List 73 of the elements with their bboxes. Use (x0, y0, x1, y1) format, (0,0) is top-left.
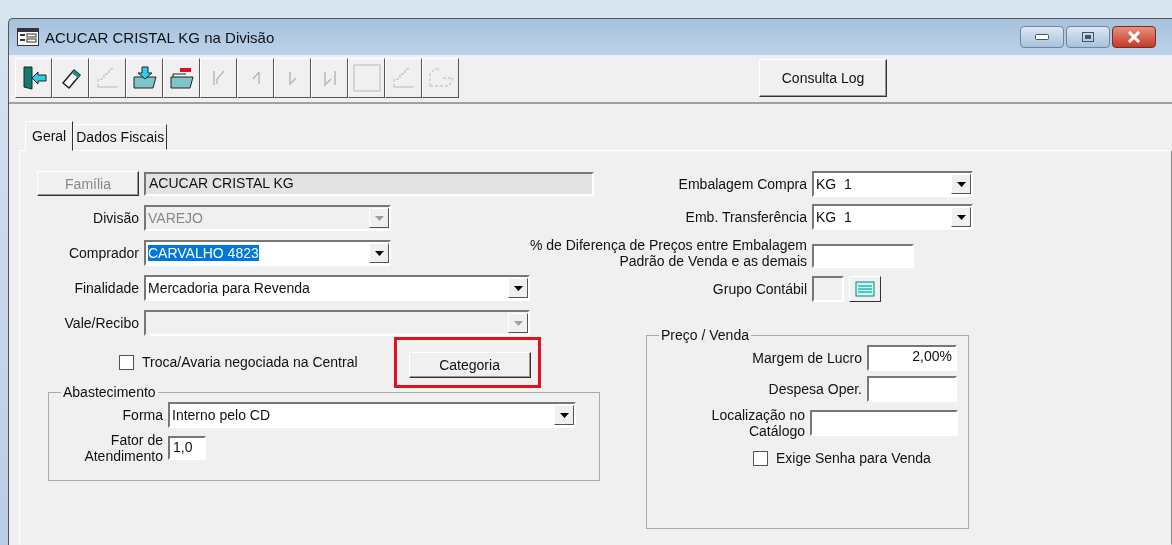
dropdown-value: Mercadoria para Revenda (148, 280, 310, 296)
field-label: Embalagem Compra (677, 176, 807, 192)
field-label: Finalidade (73, 280, 139, 296)
dropdown-field[interactable]: Interno pelo CD (168, 402, 576, 428)
lookup-button[interactable] (849, 276, 881, 302)
dropdown-button[interactable] (951, 207, 971, 227)
field-label: % de Diferença de Preços entre Embalagem Padrão de Venda e as demais (528, 237, 807, 269)
grupo-field[interactable] (812, 276, 844, 302)
dropdown-value: VAREJO (148, 210, 203, 226)
caret-icon (513, 320, 523, 326)
caret-icon (513, 285, 523, 291)
window-title: ACUCAR CRISTAL KG na Divisão (45, 28, 275, 46)
toolbar-button[interactable] (15, 58, 52, 98)
caret-icon (374, 215, 384, 221)
checkbox[interactable] (753, 450, 768, 466)
categoria-button[interactable]: Categoria (408, 351, 531, 378)
dropdown-field[interactable]: Mercadoria para Revenda (144, 275, 530, 301)
tab[interactable]: Geral (25, 121, 74, 151)
percent-field[interactable] (812, 244, 914, 268)
field-label: Forma (121, 407, 163, 423)
checkbox-label: Troca/Avaria negociada na Central (142, 354, 358, 370)
field-label: Margem de Lucro (751, 350, 862, 366)
margem-field[interactable]: 2,00% (867, 345, 957, 371)
field-label: Localização no Catálogo (710, 407, 805, 439)
minimize-icon (1035, 34, 1049, 40)
dropdown-field[interactable]: CARVALHO 4823 (144, 240, 391, 266)
field-label: Comprador (67, 245, 139, 261)
fator-field[interactable]: 1,0 (168, 436, 206, 460)
dropdown-button[interactable] (554, 405, 574, 425)
dropdown-button[interactable] (508, 278, 528, 298)
dropdown-field[interactable]: KG 1 (812, 171, 973, 197)
dropdown-value: KG 1 (816, 209, 852, 225)
dropdown-button[interactable] (951, 174, 971, 194)
close-button[interactable] (1112, 26, 1156, 48)
dropdown-value: Interno pelo CD (172, 407, 271, 423)
caret-icon (956, 181, 966, 187)
familia-field: ACUCAR CRISTAL KG (144, 171, 594, 196)
group-title: Preço / Venda (660, 327, 750, 343)
maximize-icon (1082, 32, 1094, 42)
tab[interactable]: Dados Fiscais (73, 124, 168, 150)
form-icon (17, 28, 39, 46)
group-title: Abastecimento (62, 384, 157, 400)
field-label: Fator de Atendimento (83, 432, 163, 464)
toolbar-button[interactable] (126, 58, 163, 98)
toolbar-button[interactable] (163, 58, 200, 98)
list-icon (855, 281, 875, 297)
checkbox-label: Exige Senha para Venda (776, 450, 931, 466)
blank-square-icon (352, 64, 381, 92)
folder-minus-icon (167, 65, 196, 91)
close-icon (1127, 31, 1141, 43)
dropdown-value: CARVALHO 4823 (148, 245, 259, 261)
minimize-button[interactable] (1020, 26, 1064, 48)
caret-icon (374, 250, 384, 256)
field-label: Divisão (92, 210, 139, 226)
stairs-icon (94, 65, 121, 91)
checkbox[interactable] (119, 354, 134, 370)
stairs-icon (390, 65, 417, 91)
maximize-button[interactable] (1066, 26, 1110, 48)
folder-download-icon (130, 65, 159, 91)
dropdown-field[interactable]: KG 1 (812, 204, 973, 230)
field-label: Grupo Contábil (711, 281, 807, 297)
folder-icon (426, 66, 455, 90)
despesa-field[interactable] (867, 376, 957, 402)
field-label: Emb. Transferência (684, 209, 807, 225)
caret-icon (559, 412, 569, 418)
toolbar-button[interactable] (52, 58, 89, 98)
caret-icon (956, 214, 966, 220)
dropdown-button[interactable] (369, 243, 389, 263)
localizacao-field[interactable] (810, 410, 958, 436)
field-label: Despesa Oper. (767, 381, 862, 397)
consulta-log-button[interactable]: Consulta Log (759, 59, 887, 97)
field-label: Vale/Recibo (63, 315, 139, 331)
dropdown-value: KG 1 (816, 176, 852, 192)
